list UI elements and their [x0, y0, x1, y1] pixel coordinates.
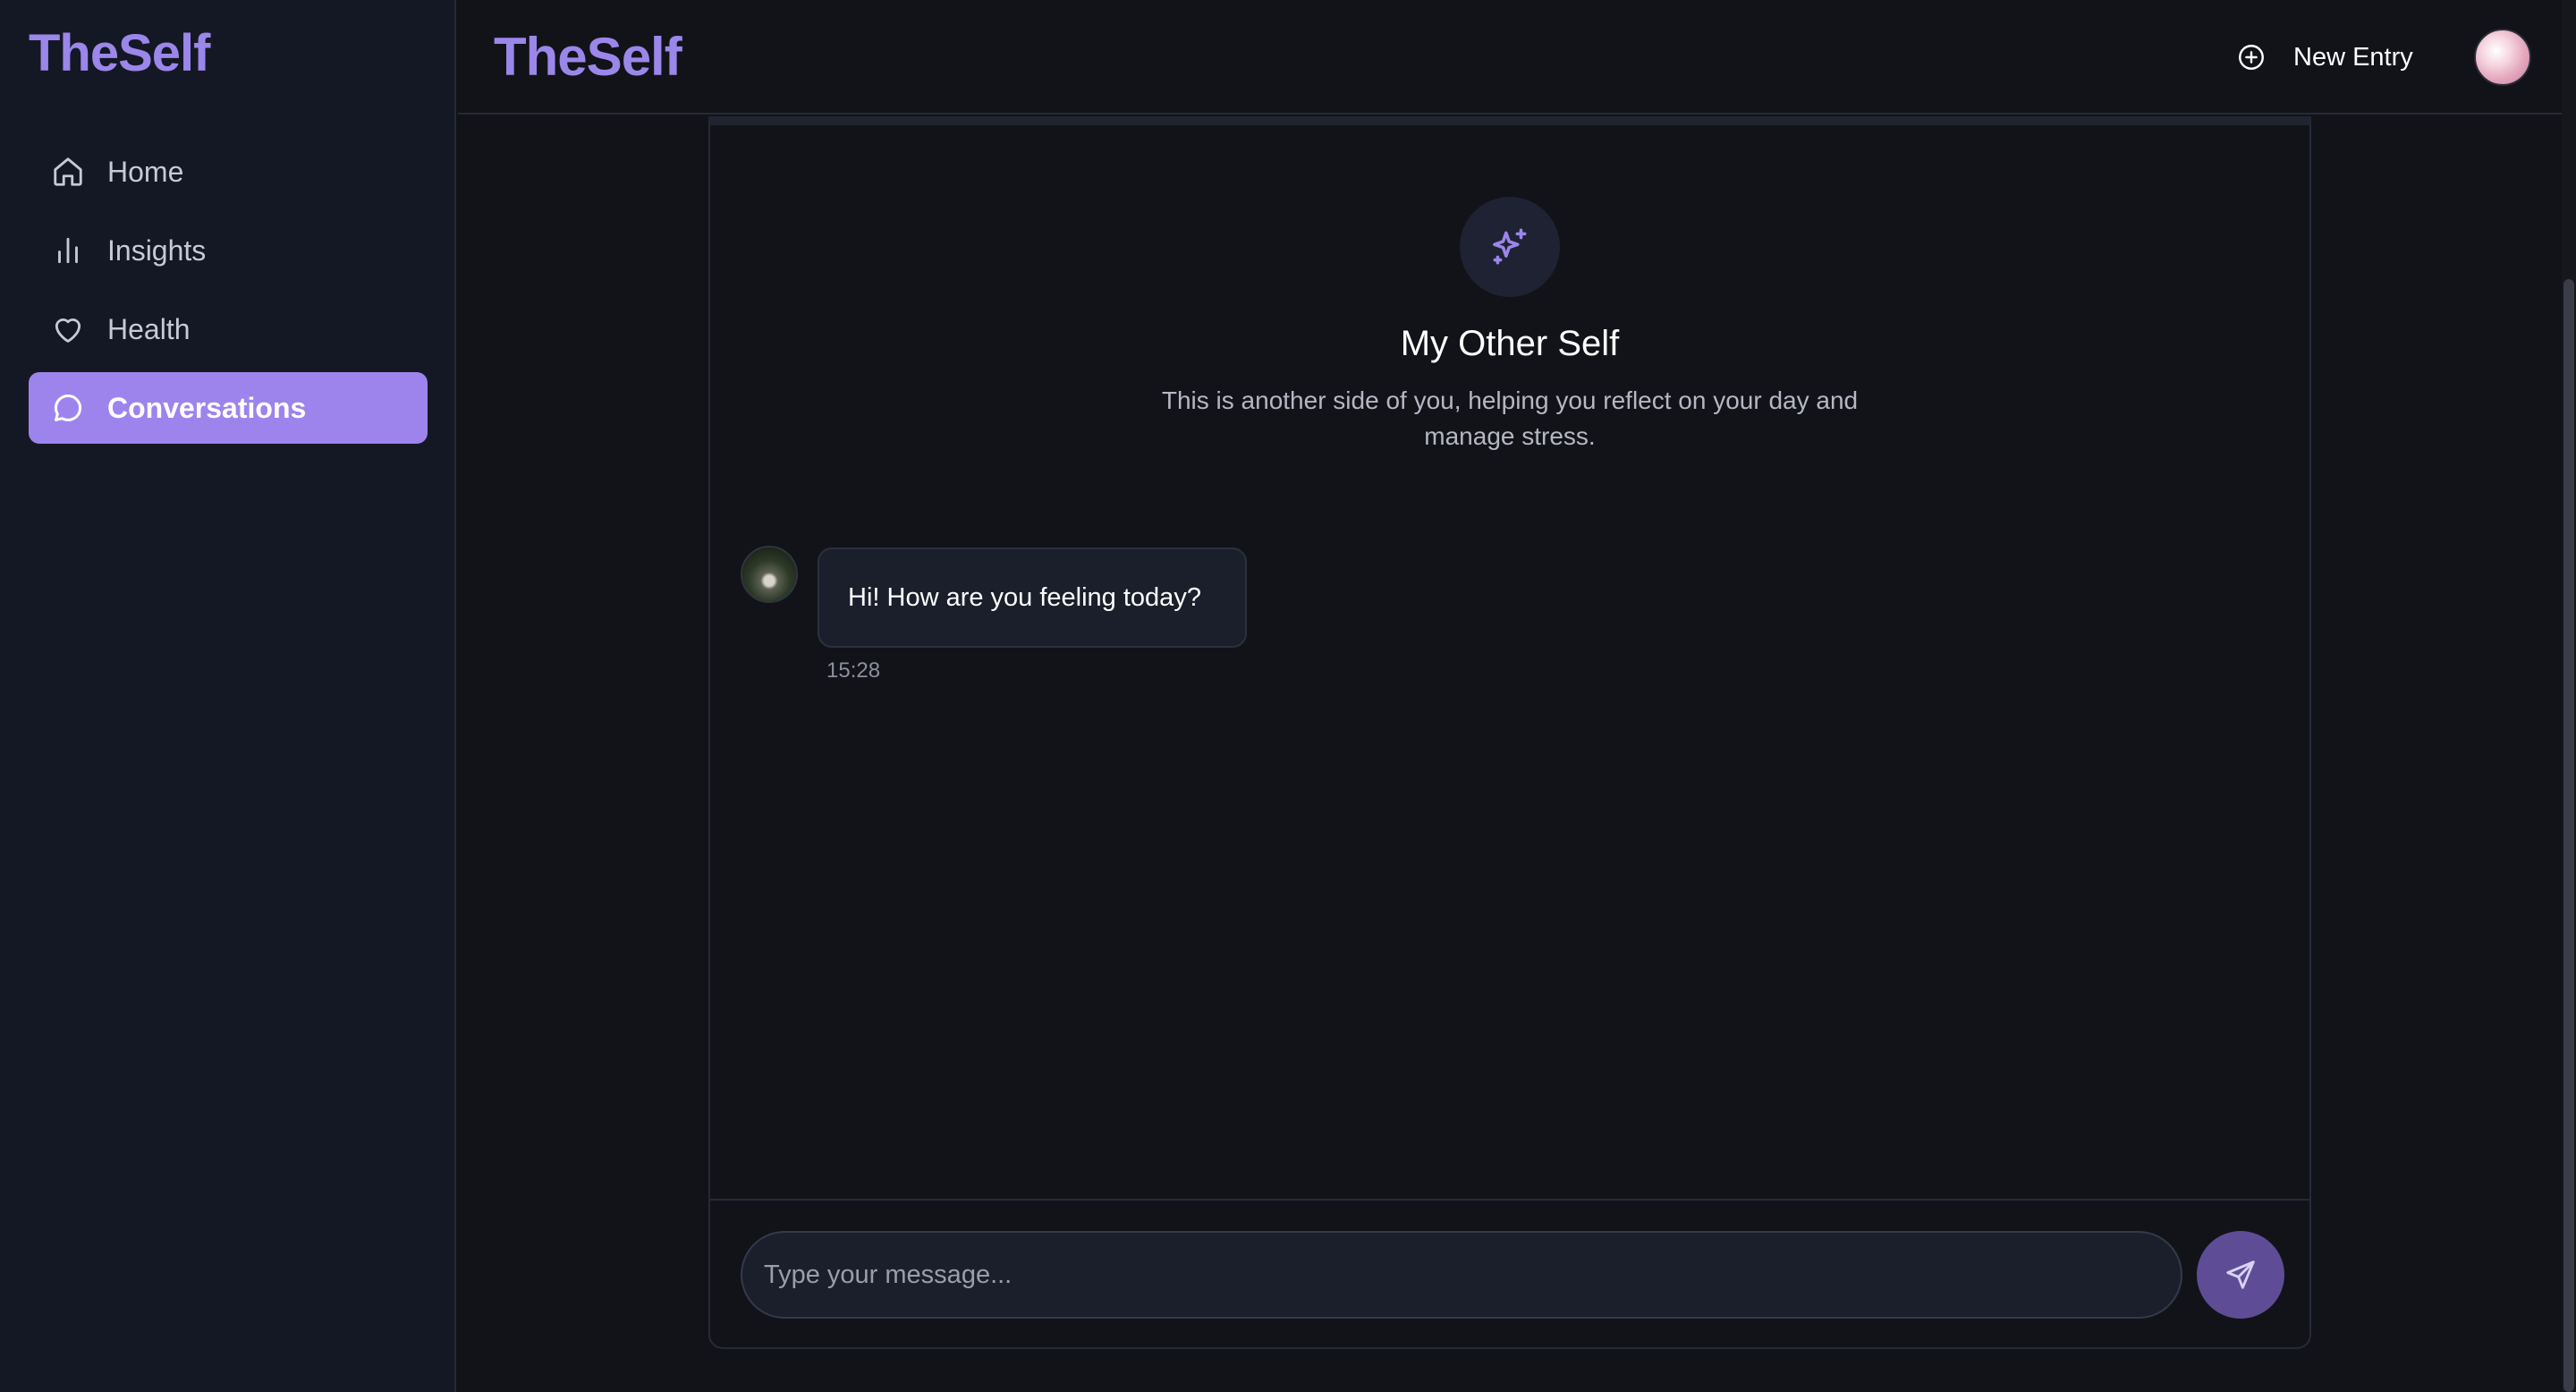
plus-circle-icon	[2239, 45, 2264, 70]
message-text: Hi! How are you feeling today?	[848, 582, 1201, 612]
message-bubble: Hi! How are you feeling today?	[818, 547, 1247, 648]
send-icon	[2226, 1260, 2255, 1289]
heart-icon	[50, 311, 86, 347]
bot-avatar	[741, 546, 798, 603]
sidebar-item-label: Insights	[107, 233, 207, 267]
message-timestamp: 15:28	[826, 658, 881, 683]
send-button[interactable]	[2197, 1231, 2284, 1319]
sidebar: TheSelf Home Insights Health Conversatio…	[0, 0, 456, 1392]
chat-panel: My Other Self This is another side of yo…	[708, 116, 2311, 1349]
sidebar-nav: Home Insights Health Conversations	[29, 136, 428, 451]
user-avatar[interactable]	[2474, 29, 2531, 86]
top-header: TheSelf New Entry	[458, 0, 2562, 115]
chat-title: My Other Self	[1400, 324, 1620, 363]
home-icon	[50, 154, 86, 190]
chat-bubble-icon	[50, 390, 86, 426]
new-entry-label: New Entry	[2293, 42, 2413, 72]
sidebar-brand-logo[interactable]: TheSelf	[29, 20, 210, 88]
bar-chart-icon	[50, 233, 86, 268]
chat-subtitle: This is another side of you, helping you…	[1161, 386, 1859, 450]
header-brand-logo[interactable]: TheSelf	[494, 23, 682, 91]
sidebar-item-label: Health	[107, 312, 191, 345]
sparkles-icon	[1460, 197, 1560, 297]
sidebar-item-insights[interactable]: Insights	[29, 215, 428, 286]
page-scrollbar-thumb[interactable]	[2563, 279, 2574, 1392]
message-composer	[710, 1199, 2309, 1347]
message-input[interactable]	[741, 1231, 2182, 1319]
new-entry-button[interactable]: New Entry	[2236, 34, 2413, 81]
sidebar-item-home[interactable]: Home	[29, 136, 428, 208]
sidebar-item-label: Conversations	[107, 391, 307, 424]
sidebar-item-conversations[interactable]: Conversations	[29, 372, 428, 444]
sidebar-item-health[interactable]: Health	[29, 293, 428, 365]
sidebar-item-label: Home	[107, 155, 184, 188]
